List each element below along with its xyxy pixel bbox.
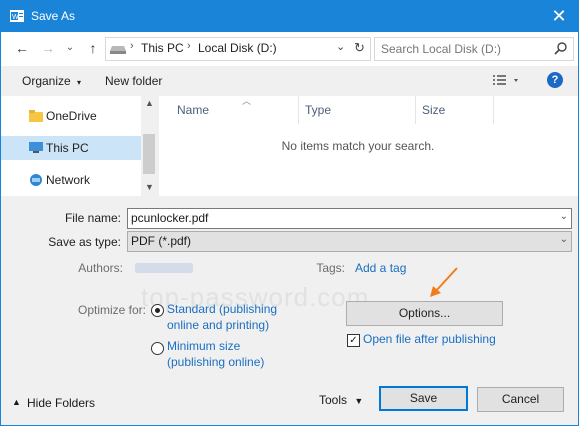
network-icon	[30, 174, 42, 186]
column-header-type[interactable]: Type	[305, 103, 331, 117]
hide-folders-button[interactable]: Hide Folders	[27, 396, 95, 410]
window-title: Save As	[31, 9, 76, 23]
dropdown-caret-icon: ▼	[354, 396, 364, 406]
organize-label: Organize	[22, 74, 71, 88]
scroll-up-icon[interactable]: ▲	[145, 98, 154, 108]
file-name-label: File name:	[64, 211, 121, 225]
radio-minimum-label-line1[interactable]: Minimum size	[167, 339, 240, 353]
save-options-panel: File name: pcunlocker.pdf ⌄ Save as type…	[1, 197, 578, 425]
breadcrumb-separator-icon: ›	[130, 40, 134, 52]
save-button[interactable]: Save	[379, 386, 468, 411]
up-arrow-icon[interactable]: ↑	[84, 40, 102, 56]
organize-menu[interactable]: Organize ▾	[22, 74, 81, 88]
scrollbar-thumb[interactable]	[143, 134, 155, 174]
tools-label: Tools	[319, 393, 348, 407]
column-header-size[interactable]: Size	[422, 103, 445, 117]
save-as-type-label: Save as type:	[48, 235, 121, 249]
radio-minimum-label-line2[interactable]: (publishing online)	[167, 355, 264, 369]
nav-item-label: Network	[46, 173, 91, 187]
nav-item-label: This PC	[46, 141, 89, 155]
navigation-pane: OneDrive This PC Network ▲ ▼	[1, 96, 157, 196]
refresh-icon[interactable]: ↻	[354, 40, 365, 56]
radio-standard-label-line1[interactable]: Standard (publishing	[167, 302, 277, 316]
breadcrumb-local-disk[interactable]: Local Disk (D:)	[198, 41, 277, 55]
drive-icon	[110, 46, 126, 54]
search-icon[interactable]	[554, 41, 568, 55]
tools-button[interactable]: Tools ▼	[319, 393, 363, 407]
search-input[interactable]: Search Local Disk (D:)	[381, 42, 501, 56]
nav-item-label: OneDrive	[46, 109, 97, 123]
search-box[interactable]: Search Local Disk (D:)	[374, 37, 574, 61]
column-divider	[493, 96, 494, 124]
file-name-value: pcunlocker.pdf	[131, 211, 209, 225]
folder-icon	[29, 110, 43, 122]
word-app-icon: W	[10, 10, 24, 22]
radio-standard[interactable]	[151, 304, 164, 317]
column-header-name[interactable]: Name	[177, 103, 209, 117]
column-divider	[415, 96, 416, 124]
nav-item-this-pc[interactable]: This PC	[1, 136, 141, 160]
save-as-dialog: W Save As ✕ ← → ⌄ ↑ › This PC › Local Di…	[0, 0, 579, 426]
column-divider	[298, 96, 299, 124]
radio-standard-label-line2[interactable]: online and printing)	[167, 318, 269, 332]
chevron-down-icon[interactable]: ⌄	[560, 211, 568, 222]
authors-value-redacted[interactable]	[135, 263, 193, 273]
file-name-field[interactable]: pcunlocker.pdf ⌄	[127, 208, 572, 229]
dropdown-caret-icon: ▾	[77, 78, 82, 87]
address-bar[interactable]: › This PC › Local Disk (D:) ⌄ ↻	[105, 37, 371, 61]
forward-arrow-icon[interactable]: →	[39, 40, 57, 56]
orange-arrow-icon	[430, 267, 458, 297]
close-button[interactable]: ✕	[548, 6, 570, 26]
cancel-button[interactable]: Cancel	[477, 387, 564, 412]
authors-label: Authors:	[78, 261, 123, 275]
breadcrumb-separator-icon: ›	[187, 40, 191, 52]
nav-item-network[interactable]: Network	[1, 168, 141, 192]
radio-minimum-size[interactable]	[151, 342, 164, 355]
breadcrumb-this-pc[interactable]: This PC	[141, 41, 184, 55]
navigation-bar: ← → ⌄ ↑ › This PC › Local Disk (D:) ⌄ ↻ …	[1, 32, 578, 66]
save-as-type-value: PDF (*.pdf)	[131, 234, 192, 248]
optimize-for-label: Optimize for:	[77, 303, 146, 317]
command-bar: Organize ▾ New folder ?	[1, 66, 578, 96]
sort-caret-icon: ︿	[242, 96, 252, 106]
options-button[interactable]: Options...	[346, 301, 503, 326]
address-dropdown-icon[interactable]: ⌄	[336, 40, 345, 53]
computer-icon	[29, 142, 43, 153]
save-as-type-select[interactable]: PDF (*.pdf) ⌄	[127, 231, 572, 252]
add-tag-link[interactable]: Add a tag	[355, 261, 406, 275]
empty-message: No items match your search.	[281, 139, 435, 153]
tags-label: Tags:	[316, 261, 345, 275]
new-folder-button[interactable]: New folder	[105, 74, 162, 88]
back-arrow-icon[interactable]: ←	[13, 40, 31, 56]
open-after-publishing-label[interactable]: Open file after publishing	[363, 332, 496, 346]
title-bar: W Save As ✕	[1, 1, 578, 32]
open-after-publishing-checkbox[interactable]: ✓	[347, 334, 360, 347]
nav-item-onedrive[interactable]: OneDrive	[1, 104, 141, 128]
recent-dropdown-icon[interactable]: ⌄	[61, 42, 79, 53]
scroll-down-icon[interactable]: ▼	[145, 182, 154, 192]
file-list: ︿ Name Type Size No items match your sea…	[159, 96, 578, 196]
chevron-down-icon[interactable]: ⌄	[560, 234, 568, 245]
help-icon[interactable]: ?	[547, 72, 563, 88]
chevron-up-icon[interactable]: ▲	[12, 397, 21, 407]
view-options-icon[interactable]	[493, 74, 519, 88]
svg-text:W: W	[12, 14, 19, 21]
radio-selected-dot	[155, 308, 160, 313]
nav-scrollbar[interactable]: ▲ ▼	[141, 96, 157, 196]
